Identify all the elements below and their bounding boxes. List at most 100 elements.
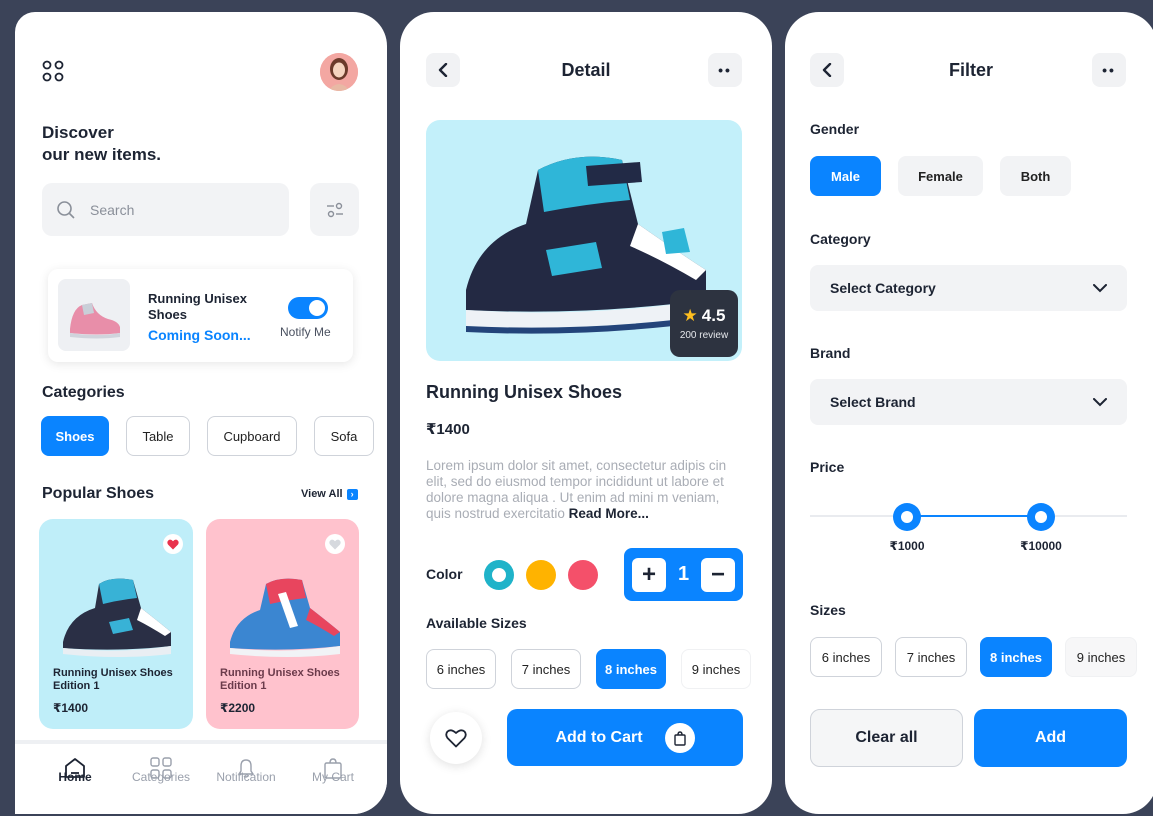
filter-button[interactable]: [310, 183, 359, 236]
avatar[interactable]: [320, 53, 358, 91]
page-heading: Discover our new items.: [42, 122, 161, 166]
promo-subtitle: Coming Soon...: [148, 327, 251, 343]
nav-categories[interactable]: Categories: [121, 770, 201, 784]
category-shoes[interactable]: Shoes: [41, 416, 109, 456]
product-description: Lorem ipsum dolor sit amet, consectetur …: [426, 458, 746, 522]
color-swatch-red[interactable]: [568, 560, 598, 590]
product-name: Running Unisex Shoes: [426, 382, 623, 402]
favorite-button[interactable]: [430, 712, 482, 764]
color-swatch-yellow[interactable]: [526, 560, 556, 590]
read-more-link[interactable]: Read More...: [569, 506, 649, 521]
categories-title: Categories: [42, 384, 125, 401]
chevron-right-icon: ›: [346, 488, 358, 500]
category-select-value: Select Category: [830, 280, 936, 296]
price-label: Price: [810, 459, 845, 475]
rating-badge: ★ 4.5 200 review: [670, 290, 738, 357]
toggle-knob: [309, 300, 325, 316]
brand-select-value: Select Brand: [830, 394, 916, 410]
price-slider-range: [907, 515, 1041, 517]
detail-screen: Detail •• ★ 4.5 200 review Running Unise…: [400, 12, 772, 814]
product-image: ★ 4.5 200 review: [426, 120, 742, 361]
search-icon: [57, 200, 75, 219]
rating-value: 4.5: [701, 306, 726, 325]
gender-male[interactable]: Male: [810, 156, 881, 196]
heart-filled-icon[interactable]: [163, 534, 183, 554]
more-button[interactable]: ••: [1092, 53, 1126, 87]
promo-title-line-1: Running Unisex: [148, 291, 247, 306]
chevron-down-icon: [1093, 397, 1107, 406]
increment-button[interactable]: +: [632, 557, 666, 592]
gender-label: Gender: [810, 121, 860, 137]
shoe-image: [63, 578, 171, 657]
add-to-cart-label: Add to Cart: [555, 728, 643, 746]
brand-label: Brand: [810, 345, 851, 361]
category-sofa[interactable]: Sofa: [314, 416, 374, 456]
gender-both[interactable]: Both: [1000, 156, 1071, 196]
brand-select[interactable]: Select Brand: [810, 379, 1127, 425]
more-button[interactable]: ••: [708, 53, 742, 87]
color-label: Color: [426, 566, 463, 582]
size-8[interactable]: 8 inches: [596, 649, 666, 689]
review-count: 200 review: [679, 330, 729, 341]
clear-all-button[interactable]: Clear all: [810, 709, 963, 767]
bag-icon: [664, 722, 695, 753]
product-price: ₹1400: [426, 421, 470, 438]
menu-grid-icon[interactable]: [42, 60, 64, 82]
category-label: Category: [810, 231, 871, 247]
nav-home[interactable]: Home: [35, 770, 115, 784]
size-6[interactable]: 6 inches: [426, 649, 496, 689]
heart-outline-icon: [445, 729, 467, 748]
price-min-handle[interactable]: [893, 503, 921, 531]
gender-female[interactable]: Female: [898, 156, 983, 196]
size-9[interactable]: 9 inches: [681, 649, 751, 689]
product-name-line-2: Edition 1: [53, 680, 100, 692]
popular-title: Popular Shoes: [42, 485, 155, 502]
shoe-image: [230, 578, 340, 657]
filter-screen: Filter •• Gender Male Female Both Catego…: [785, 12, 1153, 814]
sizes-label: Sizes: [810, 602, 846, 618]
search-input[interactable]: Search: [42, 183, 289, 236]
heading-line-2: our new items.: [42, 145, 162, 164]
color-swatch-teal[interactable]: [484, 560, 514, 590]
price-max-value: ₹10000: [1020, 539, 1062, 553]
category-table[interactable]: Table: [126, 416, 190, 456]
view-all-link[interactable]: View All ›: [301, 488, 358, 500]
promo-card[interactable]: Running Unisex Shoes Coming Soon... Noti…: [48, 269, 353, 362]
category-select[interactable]: Select Category: [810, 265, 1127, 311]
add-button[interactable]: Add: [974, 709, 1127, 767]
chevron-down-icon: [1093, 283, 1107, 292]
filter-sliders-icon: [326, 202, 343, 217]
size-7[interactable]: 7 inches: [511, 649, 581, 689]
nav-my-cart[interactable]: My Cart: [293, 770, 373, 784]
product-price: ₹1400: [53, 701, 89, 715]
promo-title-line-2: Shoes: [148, 307, 188, 322]
product-price: ₹2200: [220, 701, 256, 715]
sizes-label: Available Sizes: [426, 615, 527, 631]
size-8[interactable]: 8 inches: [980, 637, 1052, 677]
star-icon: ★: [682, 306, 698, 325]
heart-outline-icon[interactable]: [325, 534, 345, 554]
category-cupboard[interactable]: Cupboard: [207, 416, 297, 456]
size-7[interactable]: 7 inches: [895, 637, 967, 677]
more-dots-icon: ••: [718, 62, 732, 78]
view-all-label: View All: [301, 488, 343, 500]
product-name-line-2: Edition 1: [220, 680, 267, 692]
size-6[interactable]: 6 inches: [810, 637, 882, 677]
price-min-value: ₹1000: [889, 539, 925, 553]
home-screen: Discover our new items. Search Running U…: [15, 12, 387, 814]
decrement-button[interactable]: −: [701, 557, 735, 592]
product-card[interactable]: Running Unisex Shoes Edition 1 ₹2200: [206, 519, 359, 729]
product-card[interactable]: Running Unisex Shoes Edition 1 ₹1400: [39, 519, 193, 729]
heading-line-1: Discover: [42, 123, 114, 142]
more-dots-icon: ••: [1102, 62, 1116, 78]
notify-label: Notify Me: [280, 325, 331, 339]
size-9[interactable]: 9 inches: [1065, 637, 1137, 677]
product-name-line-1: Running Unisex Shoes: [53, 667, 173, 679]
product-name-line-1: Running Unisex Shoes: [220, 667, 340, 679]
notify-toggle[interactable]: [288, 297, 328, 319]
nav-notification[interactable]: Notification: [206, 770, 286, 784]
search-placeholder: Search: [90, 201, 135, 218]
quantity-value: 1: [677, 563, 690, 585]
add-to-cart-button[interactable]: Add to Cart: [507, 709, 743, 766]
price-max-handle[interactable]: [1027, 503, 1055, 531]
